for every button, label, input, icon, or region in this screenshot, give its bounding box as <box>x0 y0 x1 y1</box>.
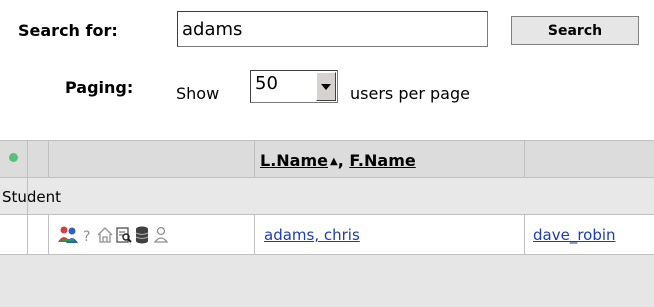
users-icon[interactable] <box>57 225 79 245</box>
search-input[interactable] <box>177 11 488 47</box>
column-divider <box>27 140 28 215</box>
column-divider <box>48 140 49 178</box>
paging-suffix-text: users per page <box>350 84 470 103</box>
column-divider <box>524 140 525 178</box>
search-label: Search for: <box>18 21 118 40</box>
status-dot-icon <box>9 153 18 162</box>
person-icon[interactable] <box>154 225 168 245</box>
sort-ascending-icon: ▲ <box>329 156 338 167</box>
table-row: ? adams, chris dave_robin <box>0 215 654 255</box>
column-divider <box>524 215 525 255</box>
home-icon[interactable] <box>96 225 114 245</box>
contact-link[interactable]: dave_robin <box>533 226 654 244</box>
column-divider <box>254 215 255 255</box>
paging-label: Paging: <box>65 78 134 97</box>
users-table: L.Name ▲, F.Name Student ? adams, chris … <box>0 140 654 307</box>
view-profile-icon[interactable] <box>115 225 133 245</box>
database-icon[interactable] <box>134 225 150 245</box>
column-divider <box>27 215 28 255</box>
header-separator: , <box>337 151 350 170</box>
group-label: Student <box>2 188 62 206</box>
table-footer <box>0 255 654 307</box>
paging-show-text: Show <box>176 84 220 103</box>
column-header-name: L.Name ▲, F.Name <box>260 151 416 170</box>
user-search-page: Search for: Search Paging: Show 50 users… <box>0 0 654 307</box>
page-size-select[interactable]: 50 <box>250 70 338 103</box>
sort-first-name-link[interactable]: F.Name <box>349 151 415 170</box>
svg-text:?: ? <box>83 229 90 245</box>
page-size-value: 50 <box>255 73 278 94</box>
group-row: Student <box>0 178 654 215</box>
table-header: L.Name ▲, F.Name <box>0 140 654 178</box>
sort-last-name-link[interactable]: L.Name <box>260 151 328 170</box>
chevron-down-icon[interactable] <box>316 72 336 101</box>
column-divider <box>254 140 255 178</box>
help-icon[interactable]: ? <box>82 225 94 245</box>
user-name-link[interactable]: adams, chris <box>264 226 360 244</box>
column-divider <box>48 215 49 255</box>
search-button[interactable]: Search <box>511 16 639 45</box>
